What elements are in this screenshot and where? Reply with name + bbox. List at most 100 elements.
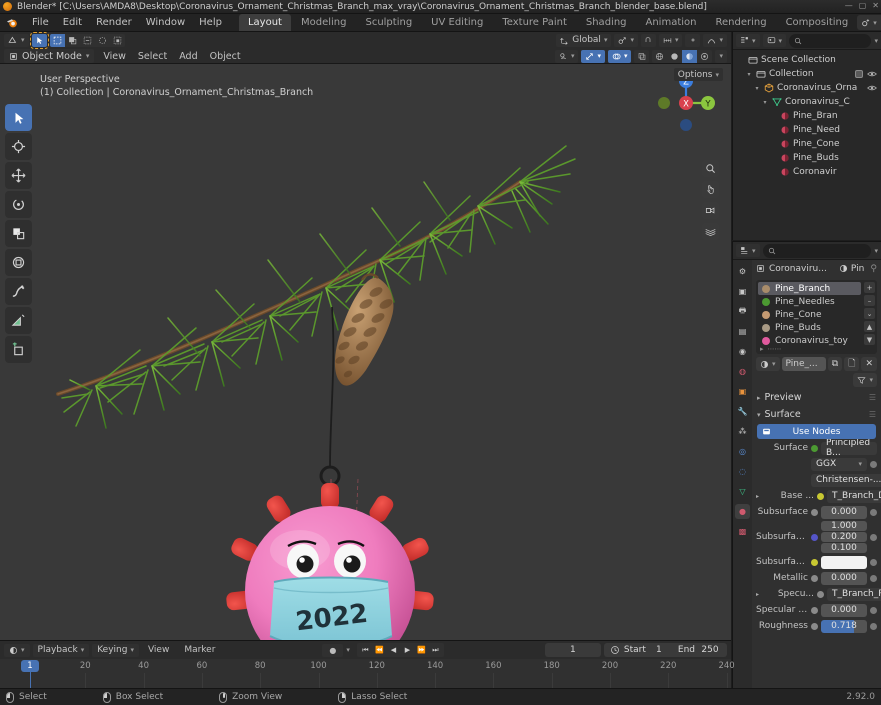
- workspace-tab-animation[interactable]: Animation: [637, 14, 706, 31]
- annotate-tool[interactable]: [5, 278, 32, 305]
- current-frame-field[interactable]: 1: [544, 643, 601, 657]
- pin-label[interactable]: Pin: [851, 264, 864, 274]
- properties-body[interactable]: Coronaviru... Pin ⚲ Pine_Branch Pine_Need…: [752, 260, 881, 688]
- frame-range-fields[interactable]: Start 1 End 250: [603, 643, 727, 657]
- playhead[interactable]: 1: [20, 660, 39, 672]
- material-copy-button[interactable]: ⧉: [827, 357, 843, 371]
- snap-magnet-icon[interactable]: [640, 33, 656, 47]
- workspace-tab-rendering[interactable]: Rendering: [706, 14, 775, 31]
- measure-tool[interactable]: [5, 307, 32, 334]
- use-nodes-button[interactable]: Use Nodes: [757, 424, 876, 439]
- grid-icon[interactable]: [702, 223, 719, 240]
- menu-window[interactable]: Window: [139, 15, 192, 30]
- camera-icon[interactable]: [702, 202, 719, 219]
- add-cube-tool[interactable]: [5, 336, 32, 363]
- material-filter-button[interactable]: ▾: [853, 373, 877, 387]
- pivot-point-selector[interactable]: ▾: [614, 33, 638, 47]
- move-tool[interactable]: [5, 162, 32, 189]
- material-unlink-button[interactable]: ✕: [861, 357, 877, 371]
- render-tab[interactable]: ▣: [735, 284, 750, 299]
- workspace-tabs[interactable]: Layout Modeling Sculpting UV Editing Texture…: [238, 14, 857, 31]
- select-invert-icon[interactable]: [95, 34, 110, 47]
- transport-button-1[interactable]: ⏪: [373, 644, 386, 656]
- window-controls[interactable]: — ▢ ✕: [845, 1, 879, 10]
- outliner-row[interactable]: Scene Collection: [733, 53, 881, 67]
- cursor-tool[interactable]: [5, 133, 32, 160]
- distribution-row[interactable]: GGX ▾: [756, 457, 877, 471]
- transport-button-0[interactable]: ⏮: [359, 644, 372, 656]
- scene-icon[interactable]: ▾: [857, 15, 881, 30]
- material-slot-row[interactable]: Pine_Branch: [758, 282, 861, 295]
- outliner-display-mode-selector[interactable]: ▾: [762, 34, 787, 47]
- end-value[interactable]: 250: [699, 645, 721, 655]
- outliner-filter-button[interactable]: ▾: [874, 37, 878, 45]
- scene-selector[interactable]: ▾ Scene ⧉ ✕: [857, 15, 881, 30]
- vector-component[interactable]: 1.000: [821, 521, 867, 531]
- animate-dot[interactable]: [870, 460, 877, 468]
- blender-icon[interactable]: [6, 16, 19, 29]
- auto-keying-toggle[interactable]: ●: [322, 643, 344, 657]
- property-row[interactable]: Specular T... 0.000: [756, 603, 877, 617]
- transport-button-4[interactable]: ⏩: [415, 644, 428, 656]
- transform-tool[interactable]: [5, 249, 32, 276]
- material-list-buttons[interactable]: + – ⌄ ▲ ▼: [864, 282, 875, 345]
- main-menu[interactable]: File Edit Render Window Help: [25, 15, 229, 30]
- shading-material-preview-button[interactable]: [682, 49, 698, 63]
- outliner-row[interactable]: ▾ Collection: [733, 67, 881, 81]
- shading-mode-buttons[interactable]: [652, 49, 713, 63]
- animate-dot[interactable]: [870, 533, 877, 541]
- scale-tool[interactable]: [5, 220, 32, 247]
- outliner-row[interactable]: Pine_Need: [733, 123, 881, 137]
- material-list-button-4[interactable]: ▼: [864, 334, 875, 345]
- timeline-editor-type-selector[interactable]: ▾: [4, 643, 30, 657]
- menu-render[interactable]: Render: [89, 15, 139, 30]
- property-row[interactable]: Metallic 0.000: [756, 571, 877, 585]
- workspace-tab-modeling[interactable]: Modeling: [292, 14, 356, 31]
- material-name-field[interactable]: Pine_...: [781, 357, 826, 371]
- object-mode-selector[interactable]: Object Mode ▾: [4, 49, 95, 63]
- checkbox-icon[interactable]: [855, 70, 863, 78]
- animate-dot[interactable]: [870, 508, 877, 516]
- modifier-tab[interactable]: 🔧: [735, 404, 750, 419]
- start-value[interactable]: 1: [650, 645, 668, 655]
- material-list-button-2[interactable]: ⌄: [864, 308, 875, 319]
- tweak-select-tool[interactable]: [5, 104, 32, 131]
- workspace-tab-texture-paint[interactable]: Texture Paint: [493, 14, 576, 31]
- property-row[interactable]: Subsurfac... 1.000 0.200 0.100: [756, 521, 877, 553]
- shading-rendered-button[interactable]: [697, 50, 712, 63]
- timeline-ruler[interactable]: 20 40 60 80 100 120 140 160 180 200 220 240 1: [0, 659, 735, 689]
- workspace-tab-layout[interactable]: Layout: [238, 14, 291, 31]
- disclosure-triangle-icon[interactable]: ▾: [761, 99, 769, 106]
- world-tab[interactable]: ◍: [735, 364, 750, 379]
- outliner-row[interactable]: Pine_Buds: [733, 151, 881, 165]
- close-button[interactable]: ✕: [872, 1, 879, 10]
- property-row[interactable]: ▸ Base ... T_Branch_D...: [756, 489, 881, 503]
- keying-chevron-icon[interactable]: ▾: [346, 646, 354, 654]
- workspace-tab-sculpting[interactable]: Sculpting: [356, 14, 421, 31]
- outliner-row[interactable]: Pine_Bran: [733, 109, 881, 123]
- eye-icon[interactable]: [867, 84, 877, 92]
- number-field[interactable]: 0.000: [821, 603, 867, 617]
- pin-icon[interactable]: ⚲: [870, 264, 877, 274]
- disclosure-triangle-icon[interactable]: ▾: [745, 71, 753, 78]
- animate-dot[interactable]: [870, 606, 877, 614]
- xray-toggle[interactable]: [634, 49, 650, 63]
- shading-wireframe-button[interactable]: [652, 50, 667, 63]
- material-list-button-3[interactable]: ▲: [864, 321, 875, 332]
- material-new-button[interactable]: 🗋: [844, 357, 860, 371]
- transport-button-2[interactable]: ◀: [387, 644, 400, 656]
- object-tab[interactable]: ▣: [735, 384, 750, 399]
- outliner-editor-type-selector[interactable]: ▾: [736, 34, 760, 47]
- material-slot-row[interactable]: Pine_Buds: [758, 321, 861, 334]
- chevron-right-icon[interactable]: ▸: [756, 591, 759, 598]
- tool-tab[interactable]: ⚙: [735, 264, 750, 279]
- select-set-icon[interactable]: [49, 33, 65, 47]
- chevron-right-icon[interactable]: ▸: [756, 493, 759, 500]
- material-tab[interactable]: ●: [735, 504, 750, 519]
- menu-file[interactable]: File: [25, 15, 56, 30]
- scene-tab[interactable]: ◉: [735, 344, 750, 359]
- preview-panel-header[interactable]: ▸ Preview ☰: [752, 390, 881, 405]
- disclosure-triangle-icon[interactable]: ▾: [753, 85, 761, 92]
- tweak-tool-button[interactable]: [29, 31, 49, 49]
- number-field[interactable]: 0.000: [821, 571, 867, 585]
